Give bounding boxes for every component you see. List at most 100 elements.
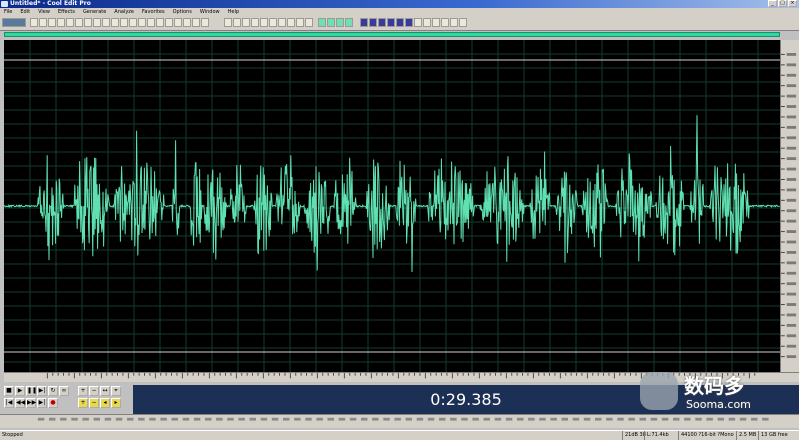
toolbar-button-25[interactable] [251, 18, 259, 27]
toolbar-button-21[interactable] [201, 18, 209, 27]
toolbar-button-32[interactable] [318, 18, 326, 27]
zoom-out-vertical-button[interactable]: − [89, 398, 99, 408]
selection-timeline[interactable] [0, 414, 799, 428]
toolbar-button-24[interactable] [242, 18, 250, 27]
minimize-button[interactable]: _ [768, 0, 777, 7]
toolbar-button-29[interactable] [287, 18, 295, 27]
menu-view[interactable]: View [34, 8, 54, 16]
ruler-label-mark [786, 240, 797, 244]
menu-bar: File Edit View Effects Generate Analyze … [0, 8, 799, 16]
timeline-tick [93, 417, 101, 421]
record-button[interactable]: ● [48, 398, 58, 408]
toolbar-button-6[interactable] [66, 18, 74, 27]
toolbar-button-5[interactable] [57, 18, 65, 27]
ruler-label-mark [786, 136, 797, 140]
toolbar-button-38[interactable] [378, 18, 386, 27]
toolbar-button-14[interactable] [138, 18, 146, 27]
toolbar-button-11[interactable] [111, 18, 119, 27]
toolbar-button-34[interactable] [336, 18, 344, 27]
toolbar-button-3[interactable] [39, 18, 47, 27]
toolbar-button-9[interactable] [93, 18, 101, 27]
toolbar-button-35[interactable] [345, 18, 353, 27]
rewind-button[interactable]: ◀◀ [15, 398, 25, 408]
toolbar-button-4[interactable] [48, 18, 56, 27]
timeline-tick [271, 417, 279, 421]
toolbar-button-36[interactable] [360, 18, 368, 27]
timeline-tick [739, 417, 747, 421]
watermark-url: Sooma.com [686, 398, 751, 411]
timeline-tick [327, 417, 335, 421]
timeline-tick [216, 417, 223, 421]
menu-file[interactable]: File [0, 8, 16, 16]
zoom-selection-button[interactable]: ⌖ [111, 386, 121, 396]
play-button[interactable]: ▶ [15, 386, 25, 396]
zoom-left-button[interactable]: ◂ [100, 398, 110, 408]
pause-button[interactable]: ❚❚ [26, 386, 37, 396]
toolbar-button-20[interactable] [192, 18, 200, 27]
loop-play-button[interactable]: ∞ [59, 386, 69, 396]
loop-button[interactable]: ↻ [48, 386, 58, 396]
toolbar-button-46[interactable] [450, 18, 458, 27]
stop-button[interactable]: ■ [4, 386, 14, 396]
menu-analyze[interactable]: Analyze [110, 8, 138, 16]
menu-window[interactable]: Window [196, 8, 224, 16]
toolbar-button-44[interactable] [432, 18, 440, 27]
toolbar-button-31[interactable] [305, 18, 313, 27]
zoom-full-button[interactable]: ↔ [100, 386, 110, 396]
toolbar-button-2[interactable] [30, 18, 38, 27]
menu-generate[interactable]: Generate [79, 8, 110, 16]
menu-edit[interactable]: Edit [16, 8, 34, 16]
zoom-right-button[interactable]: ▸ [111, 398, 121, 408]
go-to-end-button[interactable]: ▶| [37, 398, 47, 408]
toolbar-button-33[interactable] [327, 18, 335, 27]
timeline-tick [282, 417, 290, 421]
toolbar-button-8[interactable] [84, 18, 92, 27]
toolbar-button-19[interactable] [183, 18, 191, 27]
watermark: 数码多 Sooma.com [640, 368, 790, 414]
toolbar-button-23[interactable] [233, 18, 241, 27]
zoom-in-horizontal-button[interactable]: + [78, 386, 88, 396]
toolbar-button-27[interactable] [269, 18, 277, 27]
fast-forward-button[interactable]: ▶▶ [26, 398, 36, 408]
toolbar-button-42[interactable] [414, 18, 422, 27]
toolbar-button-45[interactable] [441, 18, 449, 27]
toolbar-button-12[interactable] [120, 18, 128, 27]
toolbar-button-7[interactable] [75, 18, 83, 27]
waveform-overview-bar[interactable] [4, 32, 780, 37]
ruler-label-mark [786, 209, 797, 213]
menu-favorites[interactable]: Favorites [138, 8, 169, 16]
toolbar-button-47[interactable] [459, 18, 467, 27]
toolbar-button-41[interactable] [405, 18, 413, 27]
toolbar-button-17[interactable] [165, 18, 173, 27]
menu-effects[interactable]: Effects [54, 8, 79, 16]
menu-help[interactable]: Help [224, 8, 243, 16]
toolbar-button-15[interactable] [147, 18, 155, 27]
waveform-display[interactable] [4, 40, 780, 372]
toolbar-button-30[interactable] [296, 18, 304, 27]
toolbar-button-13[interactable] [129, 18, 137, 27]
toolbar-button-37[interactable] [369, 18, 377, 27]
watermark-chinese-text: 数码多 [684, 374, 744, 398]
zoom-out-horizontal-button[interactable]: − [89, 386, 99, 396]
toolbar-button-43[interactable] [423, 18, 431, 27]
go-to-start-button[interactable]: |◀ [4, 398, 14, 408]
maximize-button[interactable]: □ [778, 0, 787, 7]
toolbar-button-16[interactable] [156, 18, 164, 27]
toolbar-button-40[interactable] [396, 18, 404, 27]
toolbar-button-28[interactable] [278, 18, 286, 27]
menu-options[interactable]: Options [169, 8, 196, 16]
ruler-label-mark [786, 334, 797, 338]
play-to-end-button[interactable]: ▶| [37, 386, 47, 396]
toolbar-button-10[interactable] [102, 18, 110, 27]
timeline-tick [149, 417, 156, 421]
toolbar-button-26[interactable] [260, 18, 268, 27]
rewind-icon: ◀◀ [16, 399, 26, 406]
zoom-in-vertical-button[interactable]: + [78, 398, 88, 408]
toolbar-button-22[interactable] [224, 18, 232, 27]
toolbar-button-1[interactable] [2, 18, 26, 27]
zoom-out-vertical-icon: − [91, 399, 97, 406]
close-button[interactable]: × [788, 0, 797, 7]
ruler-label-mark [786, 105, 797, 108]
toolbar-button-39[interactable] [387, 18, 395, 27]
toolbar-button-18[interactable] [174, 18, 182, 27]
